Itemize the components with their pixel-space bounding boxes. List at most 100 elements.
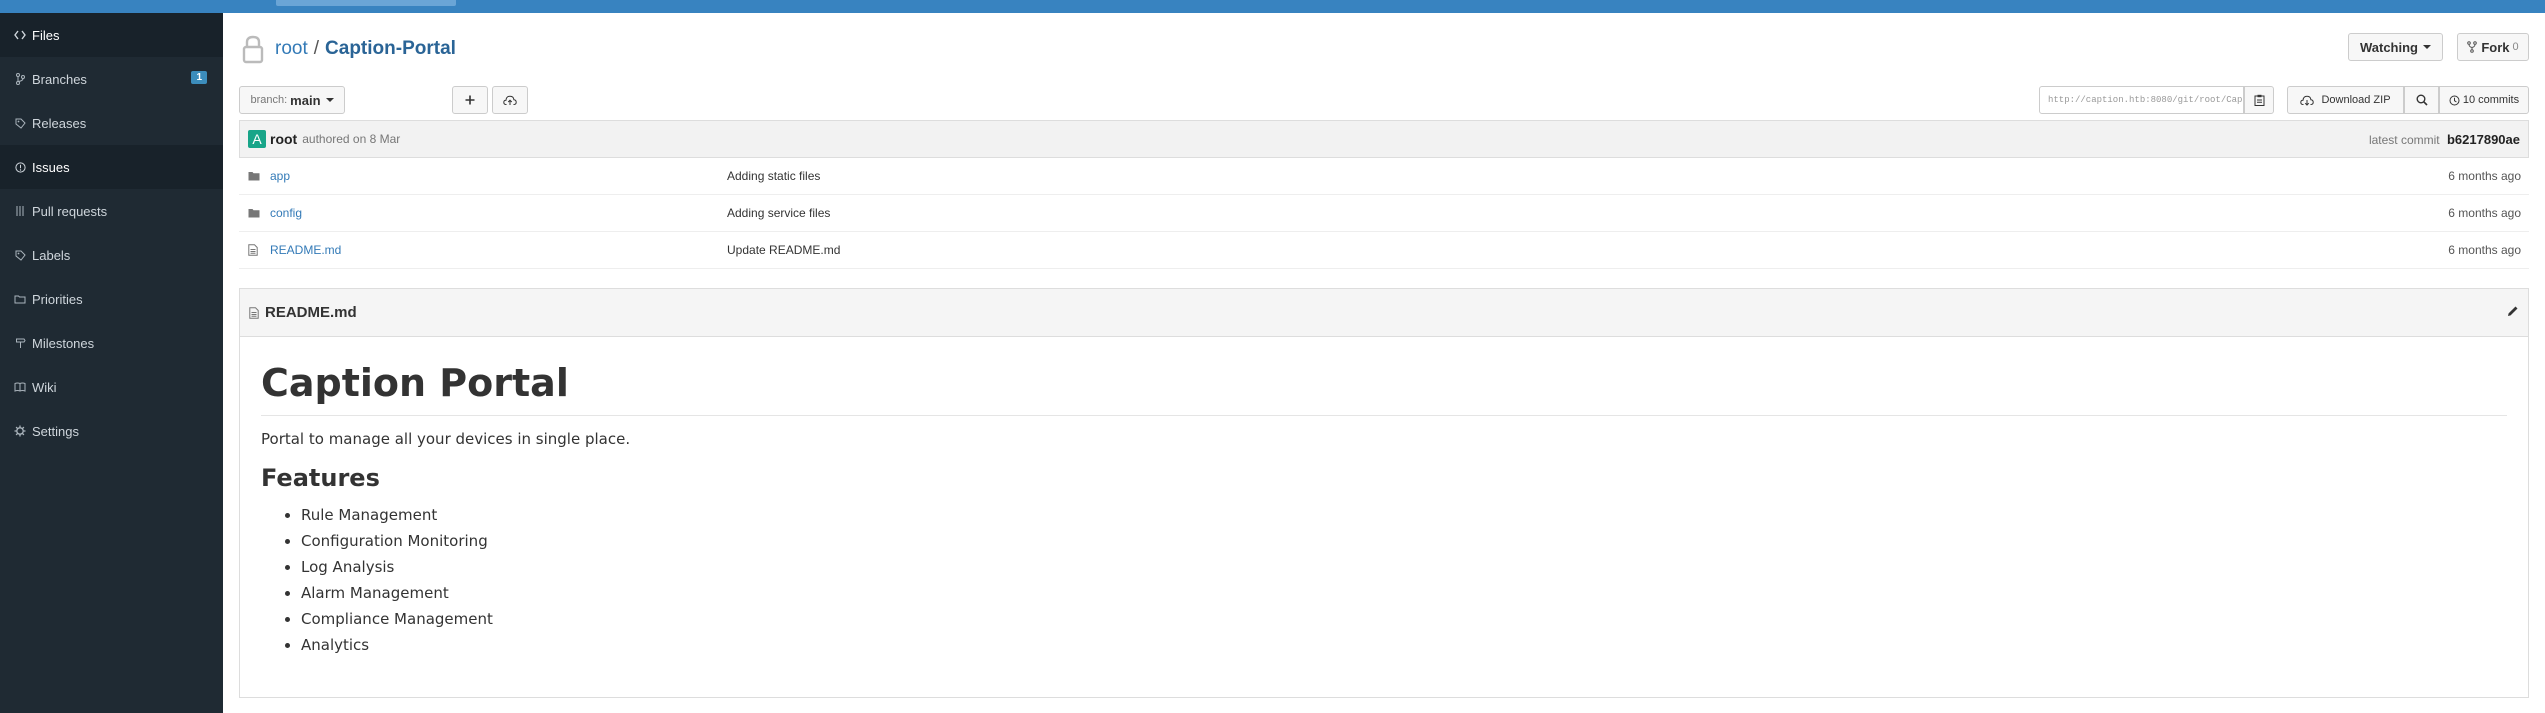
sidebar-item-label: Files — [32, 27, 60, 43]
sidebar-item-settings[interactable]: Settings — [0, 409, 223, 453]
sidebar-item-pull-requests[interactable]: Pull requests — [0, 189, 223, 233]
active-tab-indicator — [276, 0, 456, 6]
sidebar: Files Branches 1 Releases Issues Pull re… — [0, 13, 223, 713]
readme-panel: README.md Caption Portal Portal to manag… — [239, 288, 2529, 698]
sidebar-item-labels[interactable]: Labels — [0, 233, 223, 277]
watch-dropdown-button[interactable]: Watching — [2348, 33, 2443, 61]
file-text-icon — [248, 244, 262, 256]
upload-file-button[interactable] — [492, 86, 528, 114]
file-text-icon — [249, 306, 259, 319]
main-content: root / Caption-Portal Watching Fork 0 br… — [223, 13, 2545, 713]
sidebar-item-label: Wiki — [32, 379, 57, 395]
fork-count: 0 — [2512, 41, 2519, 53]
repo-owner-link[interactable]: root — [275, 38, 308, 60]
file-list: app Adding static files 6 months ago con… — [239, 158, 2529, 269]
tag-icon — [12, 250, 28, 261]
folder-icon — [12, 294, 28, 304]
sidebar-item-label: Milestones — [32, 335, 95, 351]
repo-path-separator: / — [313, 38, 320, 59]
gear-icon — [12, 425, 28, 437]
lock-icon — [242, 35, 264, 64]
milestone-icon — [12, 337, 28, 349]
readme-description: Portal to manage all your devices in sin… — [261, 429, 631, 448]
commit-sha-link[interactable]: b6217890ae — [2447, 132, 2520, 147]
search-icon — [2416, 94, 2428, 106]
download-zip-button[interactable]: Download ZIP — [2287, 86, 2404, 114]
list-item: Rule Management — [301, 502, 2507, 528]
file-name-link[interactable]: README.md — [270, 243, 727, 257]
sidebar-item-releases[interactable]: Releases — [0, 101, 223, 145]
sidebar-item-label: Priorities — [32, 291, 83, 307]
file-time: 6 months ago — [2448, 206, 2521, 220]
commits-count: 10 — [2462, 94, 2476, 106]
cloud-download-icon — [2300, 95, 2315, 106]
file-time: 6 months ago — [2448, 243, 2521, 257]
sidebar-item-label: Pull requests — [32, 203, 108, 219]
avatar: A — [248, 130, 266, 148]
list-item: Analytics — [301, 632, 2507, 658]
history-icon — [2449, 95, 2460, 105]
issue-icon — [12, 161, 28, 173]
folder-icon — [248, 171, 262, 181]
search-files-button[interactable] — [2404, 86, 2439, 114]
chevron-down-icon — [325, 98, 334, 102]
sidebar-item-label: Releases — [32, 115, 87, 131]
branch-selector[interactable]: branch: main — [239, 86, 345, 114]
sidebar-item-issues[interactable]: Issues — [0, 145, 223, 189]
readme-filename: README.md — [265, 304, 357, 321]
sidebar-item-branches[interactable]: Branches 1 — [0, 57, 223, 101]
copy-clone-url-button[interactable] — [2244, 86, 2274, 114]
table-row: config Adding service files 6 months ago — [239, 195, 2529, 232]
sidebar-item-milestones[interactable]: Milestones — [0, 321, 223, 365]
list-item: Compliance Management — [301, 606, 2507, 632]
readme-header: README.md — [240, 289, 2528, 337]
table-row: README.md Update README.md 6 months ago — [239, 232, 2529, 269]
file-commit-message[interactable]: Adding static files — [727, 169, 2448, 183]
edit-readme-button[interactable] — [2507, 304, 2519, 322]
branches-count-badge: 1 — [191, 71, 207, 84]
pencil-icon — [2508, 306, 2518, 316]
clone-url-input[interactable] — [2039, 86, 2244, 114]
repo-header: root / Caption-Portal — [239, 33, 456, 65]
latest-commit-info: latest commit b6217890ae — [2369, 132, 2520, 147]
book-icon — [12, 382, 28, 392]
commits-button[interactable]: 10 commits — [2439, 86, 2529, 114]
folder-icon — [248, 208, 262, 218]
file-name-link[interactable]: app — [270, 169, 727, 183]
commits-label: commits — [2478, 94, 2520, 106]
commit-author[interactable]: root — [270, 131, 297, 147]
file-time: 6 months ago — [2448, 169, 2521, 183]
sidebar-item-wiki[interactable]: Wiki — [0, 365, 223, 409]
fork-label: Fork — [2481, 39, 2510, 55]
file-commit-message[interactable]: Adding service files — [727, 206, 2448, 220]
repo-name-link[interactable]: Caption-Portal — [325, 38, 456, 60]
sidebar-item-files[interactable]: Files — [0, 13, 223, 57]
table-row: app Adding static files 6 months ago — [239, 158, 2529, 195]
features-list: Rule Management Configuration Monitoring… — [261, 502, 2507, 658]
fork-icon — [2467, 41, 2478, 53]
fork-button[interactable]: Fork 0 — [2457, 33, 2529, 61]
download-zip-label: Download ZIP — [2321, 94, 2391, 106]
top-navbar — [0, 0, 2545, 13]
tag-icon — [12, 118, 28, 129]
readme-content: Caption Portal Portal to manage all your… — [240, 337, 2528, 658]
list-item: Configuration Monitoring — [301, 528, 2507, 554]
file-commit-message[interactable]: Update README.md — [727, 243, 2448, 257]
file-name-link[interactable]: config — [270, 206, 727, 220]
sidebar-item-label: Settings — [32, 423, 79, 439]
sidebar-item-label: Issues — [32, 159, 70, 175]
sidebar-item-priorities[interactable]: Priorities — [0, 277, 223, 321]
latest-commit-label: latest commit — [2368, 132, 2440, 147]
plus-icon — [465, 95, 475, 105]
list-item: Log Analysis — [301, 554, 2507, 580]
cloud-upload-icon — [503, 95, 517, 105]
clipboard-icon — [2254, 94, 2264, 106]
branch-icon — [12, 73, 28, 85]
readme-title: Caption Portal — [261, 337, 2507, 416]
repo-toolbar: branch: main Download ZIP — [239, 86, 2529, 118]
branch-selector-label: branch: — [250, 94, 288, 106]
code-icon — [12, 30, 28, 40]
watch-label: Watching — [2359, 39, 2418, 55]
new-file-button[interactable] — [452, 86, 488, 114]
sidebar-item-label: Branches — [32, 71, 87, 87]
